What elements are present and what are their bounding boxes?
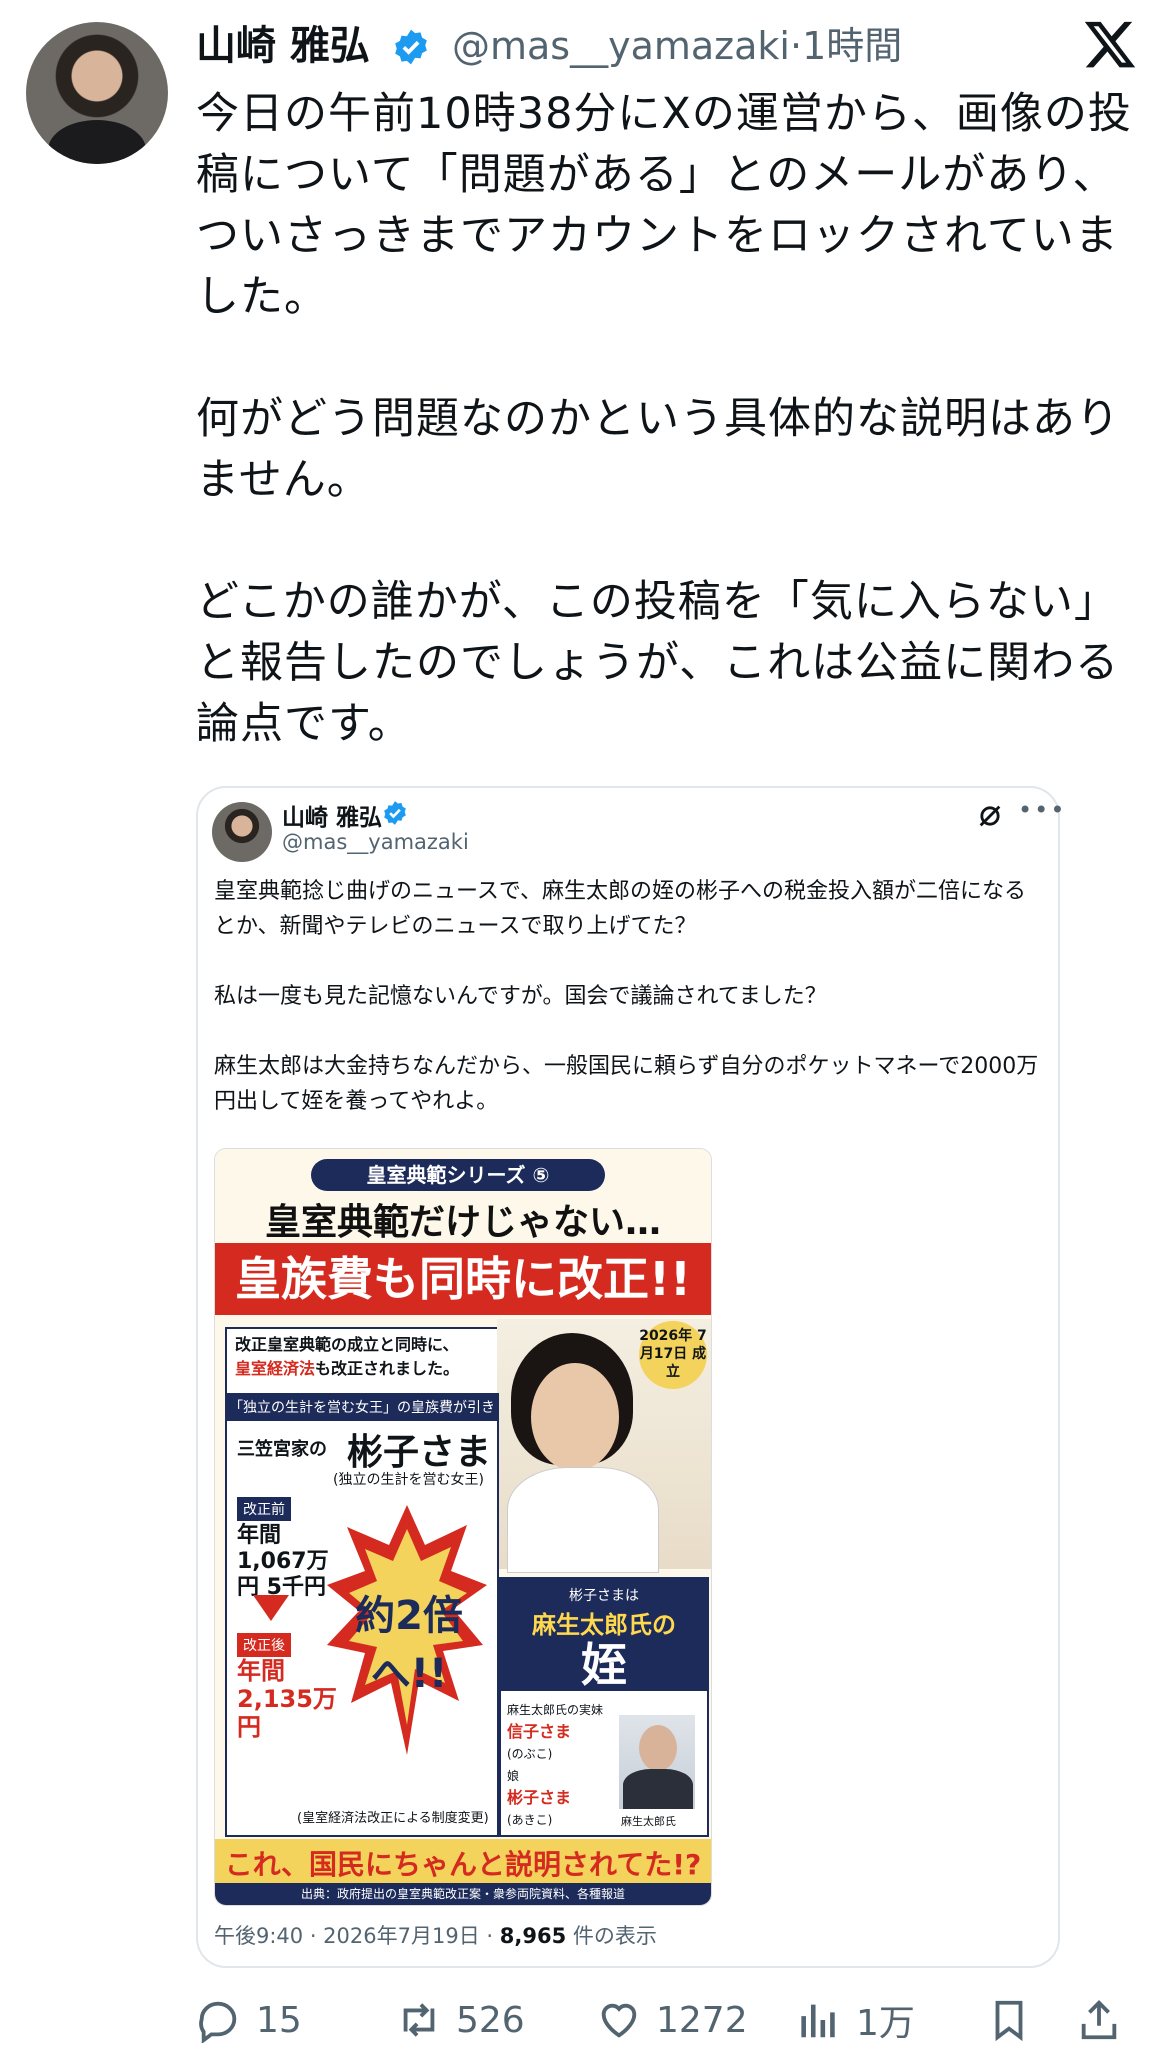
poster-panel-header: 「独立の生計を営む女王」の皇族費が引き上げに [227,1395,497,1442]
poster-down-arrow-icon [253,1595,289,1621]
attached-image[interactable]: 皇室典範シリーズ ⑤ 皇室典範だけじゃない… 皇族費も同時に改正!! 改正皇室典… [214,1148,712,1906]
quoted-author-avatar [212,802,272,862]
reply-button[interactable]: 15 [196,1990,302,2050]
poster-bottom-banner: これ、国民にちゃんと説明されてた!? 出典：政府提出の皇室典範改正案・衆参両院資… [215,1839,711,1905]
tweet-paragraph: 何がどう問題なのかという具体的な説明はありません。 [196,394,1120,505]
poster-headline: 皇室典範だけじゃない… [264,1202,661,1243]
repost-count: 526 [456,1999,525,2041]
more-options-icon[interactable]: ••• [1018,796,1066,824]
bookmark-icon [995,2000,1023,2042]
like-button[interactable]: 1272 [596,1990,748,2050]
action-bar: 15 526 1272 1万 [196,1990,1146,2050]
views-bar-chart-icon [801,2004,835,2038]
quoted-verified-badge-icon [384,801,406,825]
poster-niece-header: 彬子さまは 麻生太郎氏の 姪 [501,1579,707,1691]
x-logo-icon[interactable] [1082,16,1138,72]
poster-family-line: (のぶこ) [507,1747,553,1761]
poster-niece-panel: 彬子さまは 麻生太郎氏の 姪 麻生太郎氏の実妹 信子さま (のぶこ) 娘 彬子さ… [499,1577,709,1837]
poster-red-banner: 皇族費も同時に改正!! [215,1243,711,1315]
poster-niece-small: 彬子さまは [569,1588,639,1604]
poster-akiko-name: 彬子さま [347,1432,492,1473]
poster-bottom-text: これ、国民にちゃんと説明されてた!? [224,1848,702,1881]
quoted-paragraph: 麻生太郎は大金持ちなんだから、一般国民に頼らず自分のポケットマネーで2000万円… [214,1054,1039,1114]
quoted-author-name: 山崎 雅弘 [282,805,383,831]
tweet-paragraph: どこかの誰かが、この投稿を「気に入らない」と報告したのでしょうが、これは公益に関… [196,577,1120,749]
quoted-post-meta: 午後9:40 · 2026年7月19日 · 8,965 件の表示 [214,1920,657,1950]
post-time[interactable]: ·1時間 [790,24,902,68]
poster-aso-label: 麻生太郎氏 [621,1815,676,1828]
share-button[interactable] [1076,1990,1136,2050]
views-button[interactable]: 1万 [796,1990,915,2050]
tweet-text: 今日の午前10時38分にXの運営から、画像の投稿について「問題がある」とのメール… [196,84,1146,816]
quoted-paragraph: 私は一度も見た記憶ないんですが。国会で議論されてました？ [214,984,827,1009]
poster-family-tree: 麻生太郎氏の実妹 信子さま (のぶこ) 娘 彬子さま (あきこ) [507,1699,603,1831]
quoted-author-handle: @mas__yamazaki [282,830,469,854]
poster-family-line: (あきこ) [507,1813,553,1827]
author-name[interactable]: 山崎 雅弘 [196,18,370,74]
poster-photo-face [531,1363,619,1471]
poster-niece-mid: 麻生太郎氏の [532,1611,676,1639]
quoted-text: 皇室典範捻じ曲げのニュースで、麻生太郎の姪の彬子への税金投入額が二倍になるとか、… [214,874,1044,1154]
poster-intro-line1: 改正皇室典範の成立と同時に、 [235,1335,459,1354]
bookmark-button[interactable] [986,1990,1046,2050]
poster-source: 出典：政府提出の皇室典範改正案・衆参両院資料、各種報道 [215,1883,711,1905]
poster-family-line: 娘 [507,1769,520,1783]
avatar-shirt [48,120,146,164]
quoted-views-label: 件の表示 [566,1924,657,1948]
poster-niece-big: 姪 [581,1638,627,1692]
tweet-paragraph: 今日の午前10時38分にXの運営から、画像の投稿について「問題がある」とのメール… [196,89,1132,322]
poster-allowance-panel: 「独立の生計を営む女王」の皇族費が引き上げに 三笠宮家の 彬子さま (独立の生計… [225,1393,499,1837]
author-handle[interactable]: @mas__yamazaki [452,24,790,68]
like-count: 1272 [656,1999,748,2041]
poster-aso-head [639,1725,677,1771]
poster-series-label: 皇室典範シリーズ ⑤ [311,1159,605,1191]
poster-akiko-subtitle: (独立の生計を営む女王) [333,1472,484,1488]
poster-photo-body [507,1467,659,1573]
poster-mikasa-label: 三笠宮家の [237,1439,327,1460]
quoted-timestamp: 午後9:40 · 2026年7月19日 · [214,1924,500,1948]
poster-family-line: 信子さま [507,1722,572,1741]
poster-panel-footnote: (皇室経済法改正による制度変更) [297,1811,489,1826]
author-handle-time[interactable]: @mas__yamazaki·1時間 [452,18,902,74]
share-icon [1081,2000,1117,2040]
poster-aso-body [623,1769,693,1809]
poster-double-text: 約2倍へ!! [355,1593,463,1697]
verified-badge-icon [395,29,427,65]
quoted-paragraph: 皇室典範捻じ曲げのニュースで、麻生太郎の姪の彬子への税金投入額が二倍になるとか、… [214,879,1027,939]
quoted-post[interactable]: 山崎 雅弘 @mas__yamazaki ••• 皇室典範捻じ曲げのニュースで、… [196,786,1064,1968]
poster-date-badge: 2026年 7月17日 成立 [639,1321,707,1389]
grok-icon[interactable] [976,802,1004,830]
poster-before-label: 改正前 [237,1497,291,1521]
reply-count: 15 [256,1999,302,2041]
poster-intro-red: 皇室経済法 [235,1359,316,1378]
poster-intro-box: 改正皇室典範の成立と同時に、 皇室経済法も改正されました。 [225,1327,515,1395]
poster-after-label: 改正後 [237,1633,291,1657]
heart-icon [601,2003,637,2038]
poster-intro-line2: も改正されました。 [315,1359,460,1378]
poster-family-line: 彬子さま [507,1788,572,1807]
repost-button[interactable]: 526 [396,1990,525,2050]
reply-icon [199,2001,237,2043]
views-count: 1万 [856,2003,915,2044]
repost-icon [403,2003,435,2037]
poster-family-line: 麻生太郎氏の実妹 [507,1703,604,1717]
author-avatar[interactable] [26,22,168,164]
quoted-view-count: 8,965 [499,1924,567,1948]
